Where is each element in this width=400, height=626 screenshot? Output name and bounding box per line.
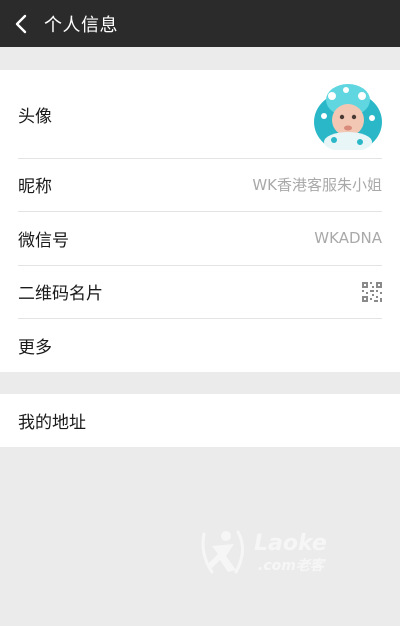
top-bar: 个人信息 <box>0 0 400 47</box>
nickname-label: 昵称 <box>18 177 52 197</box>
svg-text:.com老客: .com老客 <box>258 557 326 574</box>
address-section: 我的地址 <box>0 394 400 447</box>
wechat-id-label: 微信号 <box>18 230 69 251</box>
avatar-label: 头像 <box>18 106 52 127</box>
avatar[interactable] <box>312 82 382 150</box>
address-label: 我的地址 <box>18 413 86 433</box>
wechat-id-row[interactable]: 微信号 WKADNA <box>18 211 400 265</box>
qrcode-row[interactable]: 二维码名片 <box>18 265 400 318</box>
nickname-row[interactable]: 昵称 WK香港客服朱小姐 <box>18 158 400 211</box>
back-button[interactable] <box>2 0 40 47</box>
address-row[interactable]: 我的地址 <box>18 394 400 447</box>
page-title: 个人信息 <box>44 14 118 36</box>
profile-section: 头像 昵称 WK香港客服朱小姐 微信号 WKADNA 二维码名片 更多 <box>0 70 400 372</box>
wechat-id-value: WKADNA <box>314 229 382 247</box>
qrcode-icon <box>362 282 382 302</box>
svg-text:Laoke: Laoke <box>254 531 327 556</box>
more-row[interactable]: 更多 <box>18 318 400 372</box>
nickname-value: WK香港客服朱小姐 <box>252 176 382 194</box>
laoke-watermark-logo: Laoke .com老客 <box>201 530 327 574</box>
more-label: 更多 <box>18 337 52 358</box>
chevron-left-icon <box>15 14 27 33</box>
qrcode-label: 二维码名片 <box>18 284 103 304</box>
